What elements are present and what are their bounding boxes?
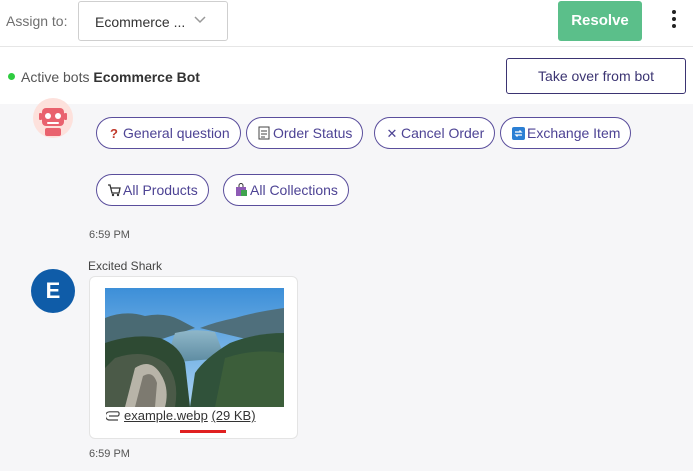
assign-value: Ecommerce ...	[95, 14, 186, 30]
more-options-icon[interactable]	[668, 10, 680, 32]
assign-label: Assign to:	[6, 13, 68, 29]
attachment-file-link[interactable]: example.webp (29 KB)	[104, 408, 256, 424]
attachment-size: (29 KB)	[211, 408, 256, 423]
bot-avatar	[33, 98, 73, 138]
exchange-icon	[511, 119, 525, 149]
shopping-bag-icon	[234, 176, 248, 206]
quick-reply-all-products[interactable]: All Products	[96, 174, 209, 206]
active-bot-name: Ecommerce Bot	[93, 69, 200, 85]
quick-reply-order-status[interactable]: Order Status	[246, 117, 364, 149]
user-avatar: E	[31, 269, 75, 313]
take-over-button[interactable]: Take over from bot	[506, 58, 686, 94]
sender-name: Excited Shark	[88, 259, 163, 273]
attachment-filename: example.webp	[124, 408, 208, 423]
status-dot-icon	[8, 73, 15, 80]
quick-reply-cancel-order[interactable]: ✕ Cancel Order	[374, 117, 496, 149]
document-icon	[257, 119, 271, 149]
highlight-underline	[180, 430, 226, 433]
quick-reply-general-question[interactable]: ? General question	[96, 117, 241, 149]
quick-reply-exchange-item[interactable]: Exchange Item	[500, 117, 632, 149]
paperclip-icon	[104, 409, 124, 424]
bot-message-time: 6:59 PM	[89, 229, 130, 241]
robot-icon	[39, 108, 67, 136]
top-bar: Assign to: Ecommerce ... Resolve	[0, 0, 693, 47]
quick-reply-all-collections[interactable]: All Collections	[223, 174, 349, 206]
active-bots-text: Active bots Ecommerce Bot	[21, 69, 200, 85]
active-bots-prefix: Active bots	[21, 69, 90, 85]
resolve-button[interactable]: Resolve	[558, 1, 642, 41]
user-message-time: 6:59 PM	[89, 448, 130, 460]
cart-icon	[107, 176, 121, 206]
assign-dropdown[interactable]: Ecommerce ...	[78, 1, 228, 41]
attachment-message: example.webp (29 KB)	[89, 276, 298, 439]
question-icon: ?	[110, 126, 118, 141]
chevron-down-icon	[194, 16, 206, 24]
attachment-image[interactable]	[105, 288, 284, 407]
landscape-photo	[105, 288, 284, 407]
close-icon: ✕	[386, 126, 398, 141]
